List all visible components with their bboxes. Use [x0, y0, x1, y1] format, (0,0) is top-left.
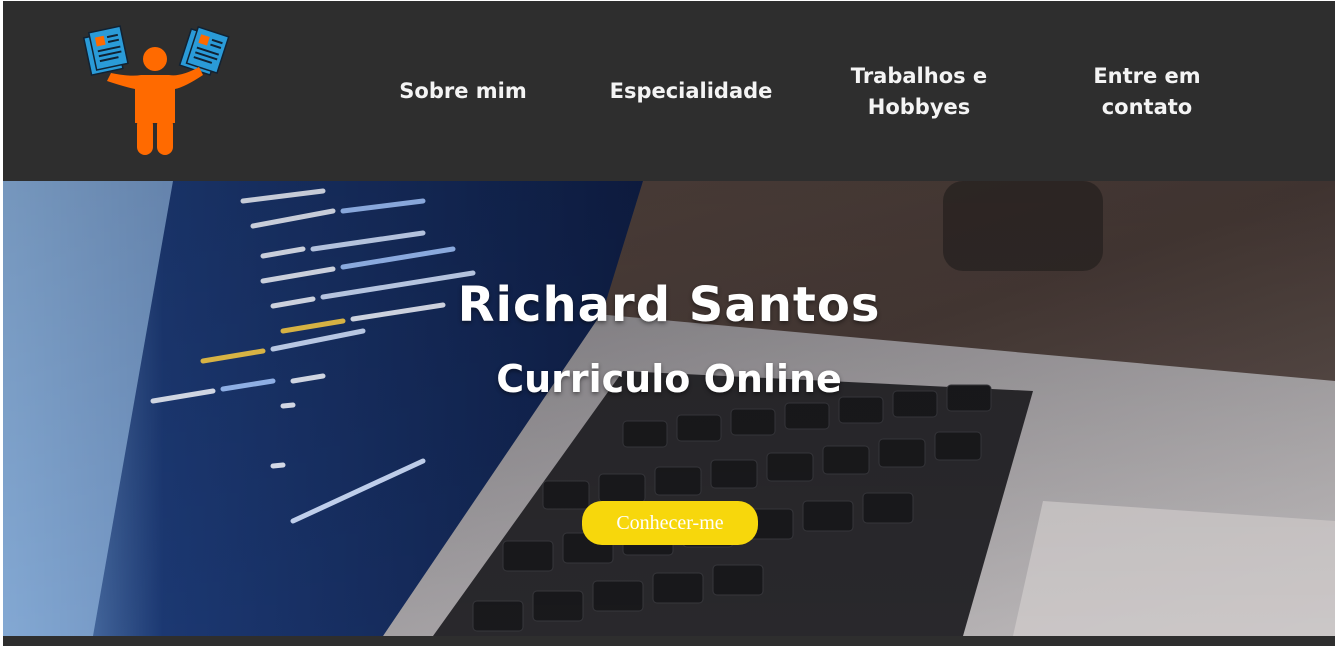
bottom-bar [3, 636, 1335, 646]
conhecer-me-button[interactable]: Conhecer-me [582, 501, 758, 545]
page: Sobre mim Especialidade Trabalhos e Hobb… [3, 1, 1335, 646]
hero-section: Richard Santos Curriculo Online Conhecer… [3, 181, 1335, 636]
hero-title: Richard Santos [457, 277, 881, 333]
nav-entre-em-contato[interactable]: Entre em contato [1067, 61, 1227, 123]
nav-especialidade[interactable]: Especialidade [601, 76, 781, 107]
nav-sobre-mim[interactable]: Sobre mim [383, 76, 543, 107]
logo-person-with-resumes-icon[interactable] [81, 25, 231, 159]
nav-trabalhos-e-hobbyes[interactable]: Trabalhos e Hobbyes [835, 61, 1003, 123]
navbar: Sobre mim Especialidade Trabalhos e Hobb… [3, 1, 1335, 181]
hero-laptop-background-image [3, 181, 1335, 636]
hero-subtitle: Curriculo Online [496, 357, 842, 401]
